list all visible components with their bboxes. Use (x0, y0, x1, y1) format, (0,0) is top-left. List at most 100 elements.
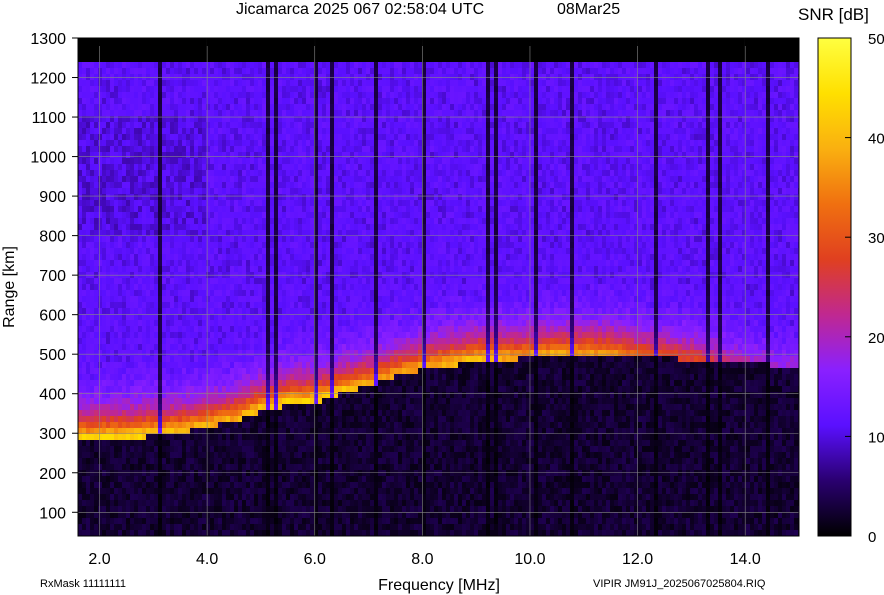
heatmap-cell (110, 92, 114, 98)
heatmap-cell (130, 512, 134, 518)
heatmap-cell (210, 86, 214, 92)
heatmap-cell (150, 86, 154, 92)
heatmap-cell (290, 464, 294, 470)
heatmap-cell (294, 506, 298, 512)
heatmap-cell (302, 176, 306, 182)
heatmap-cell (126, 212, 130, 218)
heatmap-cell (318, 530, 322, 536)
heatmap-cell (194, 398, 198, 404)
heatmap-cell (226, 530, 230, 536)
heatmap-cell (198, 158, 202, 164)
heatmap-cell (186, 86, 190, 92)
heatmap-cell (230, 218, 234, 224)
heatmap-cell (146, 452, 150, 458)
heatmap-cell (282, 494, 286, 500)
heatmap-cell (290, 86, 294, 92)
heatmap-cell (174, 506, 178, 512)
heatmap-cell (130, 152, 134, 158)
heatmap-cell (130, 182, 134, 188)
heatmap-cell (198, 344, 202, 350)
heatmap-cell (194, 374, 198, 380)
heatmap-cell (90, 344, 94, 350)
heatmap-cell (134, 224, 138, 230)
heatmap-cell (270, 326, 274, 332)
heatmap-cell (102, 212, 106, 218)
heatmap-cell (162, 308, 166, 314)
heatmap-cell (134, 476, 138, 482)
heatmap-cell (98, 260, 102, 266)
heatmap-cell (310, 506, 314, 512)
heatmap-cell (278, 344, 282, 350)
heatmap-cell (102, 242, 106, 248)
heatmap-cell (290, 302, 294, 308)
heatmap-cell (270, 290, 274, 296)
heatmap-cell (90, 416, 94, 422)
heatmap-cell (238, 218, 242, 224)
heatmap-cell (170, 386, 174, 392)
heatmap-cell (290, 446, 294, 452)
heatmap-cell (166, 140, 170, 146)
heatmap-cell (294, 446, 298, 452)
heatmap-cell (166, 86, 170, 92)
heatmap-cell (222, 146, 226, 152)
heatmap-cell (202, 242, 206, 248)
heatmap-cell (98, 404, 102, 410)
heatmap-cell (270, 68, 274, 74)
heatmap-cell (178, 482, 182, 488)
heatmap-cell (322, 62, 326, 68)
heatmap-cell (258, 74, 262, 80)
heatmap-cell (134, 512, 138, 518)
heatmap-cell (210, 248, 214, 254)
heatmap-cell (206, 446, 210, 452)
heatmap-cell (130, 122, 134, 128)
heatmap-cell (162, 482, 166, 488)
heatmap-cell (130, 446, 134, 452)
heatmap-cell (202, 422, 206, 428)
heatmap-cell (274, 176, 278, 182)
heatmap-cell (202, 518, 206, 524)
heatmap-cell (118, 206, 122, 212)
heatmap-cell (182, 326, 186, 332)
heatmap-cell (302, 524, 306, 530)
heatmap-cell (150, 182, 154, 188)
heatmap-cell (214, 362, 218, 368)
heatmap-cell (222, 512, 226, 518)
heatmap-cell (306, 356, 310, 362)
heatmap-cell (318, 206, 322, 212)
heatmap-cell (118, 500, 122, 506)
heatmap-cell (114, 242, 118, 248)
heatmap-cell (166, 74, 170, 80)
heatmap-cell (286, 302, 290, 308)
heatmap-cell (258, 278, 262, 284)
heatmap-cell (266, 482, 270, 488)
heatmap-cell (250, 296, 254, 302)
heatmap-cell (90, 530, 94, 536)
heatmap-cell (262, 326, 266, 332)
heatmap-cell (182, 182, 186, 188)
heatmap-cell (246, 524, 250, 530)
heatmap-cell (222, 332, 226, 338)
heatmap-cell (326, 512, 330, 518)
heatmap-cell (146, 302, 150, 308)
heatmap-cell (162, 344, 166, 350)
heatmap-cell (178, 284, 182, 290)
heatmap-cell (222, 110, 226, 116)
heatmap-cell (242, 110, 246, 116)
heatmap-cell (94, 260, 98, 266)
heatmap-cell (294, 92, 298, 98)
heatmap-cell (178, 398, 182, 404)
heatmap-cell (146, 188, 150, 194)
heatmap-cell (222, 398, 226, 404)
heatmap-cell (106, 146, 110, 152)
heatmap-cell (150, 92, 154, 98)
heatmap-cell (322, 296, 326, 302)
heatmap-cell (154, 224, 158, 230)
heatmap-cell (238, 230, 242, 236)
heatmap-cell (170, 374, 174, 380)
heatmap-cell (302, 218, 306, 224)
heatmap-cell (90, 458, 94, 464)
heatmap-cell (262, 422, 266, 428)
heatmap-cell (106, 332, 110, 338)
heatmap-cell (242, 170, 246, 176)
heatmap-cell (122, 440, 126, 446)
